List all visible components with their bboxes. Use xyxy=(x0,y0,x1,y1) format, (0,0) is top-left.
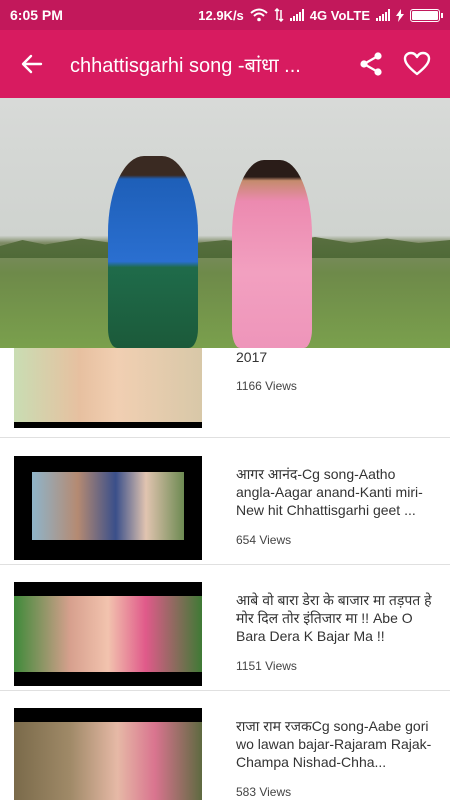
page-title: chhattisgarhi song -बांधा ... xyxy=(70,54,301,77)
video-views: 1166 Views xyxy=(236,379,297,393)
back-button[interactable] xyxy=(0,30,64,98)
heart-icon xyxy=(403,51,431,76)
video-player[interactable] xyxy=(0,98,450,348)
video-title[interactable]: आबे वो बारा डेरा के बाजार मा तड़पत हे मो… xyxy=(236,591,436,645)
video-thumbnail[interactable] xyxy=(14,348,202,428)
status-bar: 6:05 PM 12.9K/s 4G VoLTE xyxy=(0,0,450,30)
video-title[interactable]: आगर आनंद-Cg song-Aatho angla-Aagar anand… xyxy=(236,465,436,519)
charging-icon xyxy=(396,8,404,22)
video-views: 1151 Views xyxy=(236,659,297,673)
status-time: 6:05 PM xyxy=(10,7,63,23)
signal-icon xyxy=(289,9,304,21)
video-list: अगसर धावती / ए फूल पगा/ बउरी रे मोर ए बउ… xyxy=(0,348,450,800)
video-thumbnail[interactable] xyxy=(14,708,202,800)
list-item[interactable]: आबे वो बारा डेरा के बाजार मा तड़पत हे मो… xyxy=(0,565,450,691)
network-type: 4G VoLTE xyxy=(309,7,370,23)
data-arrows-icon xyxy=(274,8,284,22)
signal-icon-2 xyxy=(376,9,390,21)
video-thumbnail[interactable] xyxy=(14,582,202,686)
share-icon xyxy=(360,52,382,76)
network-speed: 12.9K/s xyxy=(198,7,244,23)
battery-icon xyxy=(410,8,443,22)
video-views: 583 Views xyxy=(236,785,292,799)
app-bar: chhattisgarhi song -बांधा ... xyxy=(0,30,450,98)
list-item[interactable]: राजा राम रजकCg song-Aabe gori wo lawan b… xyxy=(0,691,450,800)
video-title[interactable]: राजा राम रजकCg song-Aabe gori wo lawan b… xyxy=(236,717,436,771)
player-background-trees xyxy=(0,237,450,258)
video-figure-woman xyxy=(232,160,312,348)
back-arrow-icon xyxy=(21,54,43,74)
list-item[interactable]: अगसर धावती / ए फूल पगा/ बउरी रे मोर ए बउ… xyxy=(0,348,450,438)
video-figure-man xyxy=(108,156,198,348)
share-button[interactable] xyxy=(348,30,394,98)
favorite-button[interactable] xyxy=(394,30,440,98)
wifi-icon xyxy=(250,8,268,22)
video-thumbnail[interactable] xyxy=(14,456,202,560)
video-title[interactable]: अगसर धावती / ए फूल पगा/ बउरी रे मोर ए बउ… xyxy=(236,348,436,366)
list-item[interactable]: आगर आनंद-Cg song-Aatho angla-Aagar anand… xyxy=(0,439,450,565)
video-views: 654 Views xyxy=(236,533,292,547)
